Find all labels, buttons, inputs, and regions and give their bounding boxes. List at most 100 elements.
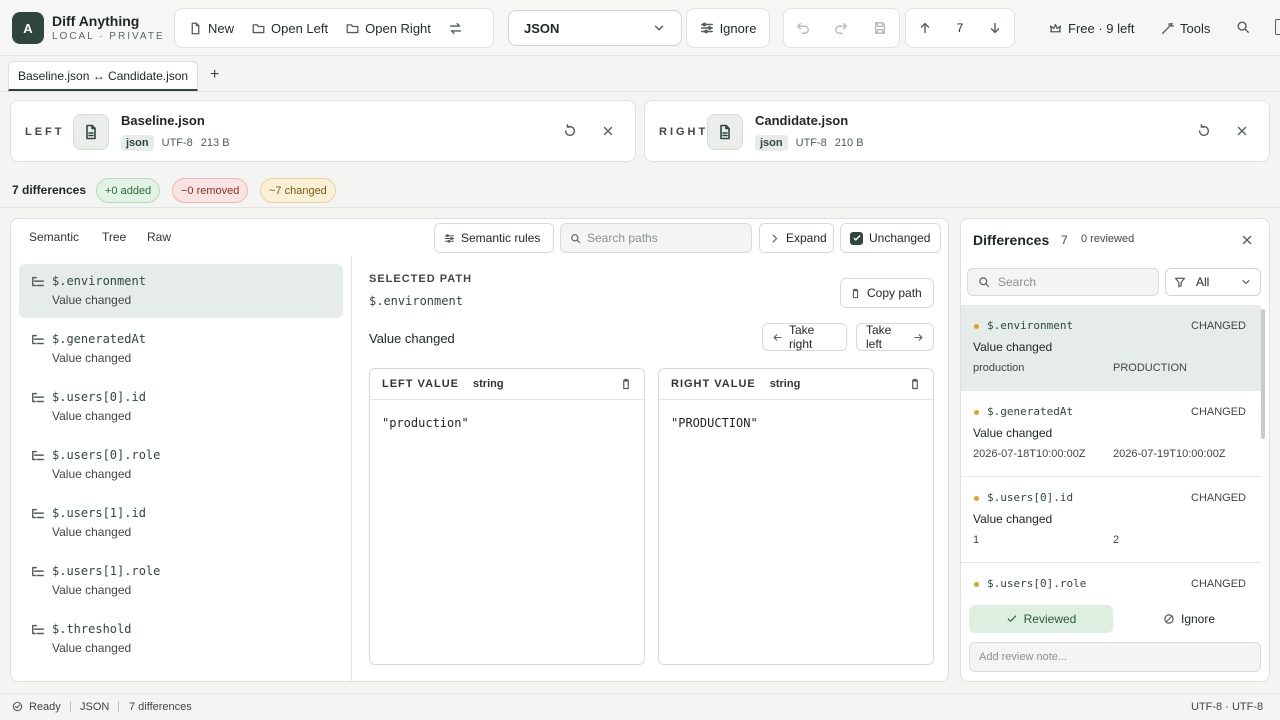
sliders-icon [700,21,714,35]
copy-path-button[interactable]: Copy path [840,278,934,308]
difference-filter-select[interactable]: All [1165,268,1261,296]
open-left-label: Open Left [271,20,329,36]
app-name: Diff Anything [52,13,140,29]
list-item[interactable]: $.users[1].role Value changed [19,554,343,608]
redo-icon[interactable] [834,21,848,35]
semantic-rules-label: Semantic rules [461,231,541,245]
difference-right: PRODUCTION [1113,362,1187,374]
new-label: New [208,20,235,36]
reload-icon[interactable] [1197,124,1211,138]
tab-comparison[interactable]: Baseline.json ↔ Candidate.json [8,61,199,91]
open-left-button[interactable]: Open Left [243,13,337,43]
take-right-label: Take right [789,323,815,351]
difference-item[interactable]: $.environment CHANGED Value changed prod… [961,305,1261,391]
search-paths-input[interactable]: Search paths [560,223,752,253]
search-icon[interactable] [1236,20,1250,34]
right-file-name: Candidate.json [755,113,849,128]
list-item[interactable]: $.users[1].id Value changed [19,496,343,550]
difference-right: 2 [1113,534,1120,546]
undo-icon[interactable] [796,21,810,35]
differences-search-input[interactable]: Search [967,268,1159,296]
list-item[interactable]: $.users[0].id Value changed [19,380,343,434]
path-text: $.users[0].role [52,448,161,462]
path-change: Value changed [52,351,132,365]
ban-icon [1163,613,1175,625]
difference-kind: CHANGED [1191,578,1247,590]
expand-button[interactable]: Expand [759,223,834,253]
clipboard-icon [850,288,861,299]
list-item[interactable]: $.threshold Value changed [19,612,343,666]
close-icon[interactable] [601,124,615,138]
left-value-box: LEFT VALUE string "production" [369,368,645,665]
reload-icon[interactable] [563,124,577,138]
ignore-button[interactable]: Ignore [686,8,770,48]
path-change: Value changed [52,641,132,655]
change-dot [974,496,979,501]
search-icon [978,276,990,288]
path-change: Value changed [52,409,132,423]
scrollbar-thumb[interactable] [1261,309,1265,439]
change-dot [974,582,979,587]
take-right-button[interactable]: Take right [762,323,847,351]
arrow-left-icon [772,332,783,343]
arrow-up-icon[interactable] [918,21,932,35]
clipboard-icon[interactable] [620,378,632,390]
tools-button[interactable]: Tools [1152,13,1219,43]
review-note-placeholder: Add review note... [979,651,1068,663]
differences-search-placeholder: Search [998,275,1037,289]
list-item[interactable]: $.environment Value changed [19,264,343,318]
path-change: Value changed [52,583,132,597]
semantic-rules-button[interactable]: Semantic rules [434,223,554,253]
mode-tree-tab[interactable]: Tree [102,230,126,244]
right-file-size: 210 B [834,137,864,149]
list-item[interactable]: $.generatedAt Value changed [19,322,343,376]
open-right-button[interactable]: Open Right [337,13,440,43]
left-value: "production" [382,416,469,430]
check-circle-icon [12,701,23,712]
save-icon[interactable] [873,21,887,35]
right-file-encoding: UTF-8 [795,137,827,149]
clipboard-icon[interactable] [909,378,921,390]
right-value: "PRODUCTION" [671,416,758,430]
unchanged-toggle[interactable]: Unchanged [840,223,941,253]
mode-semantic-tab[interactable]: Semantic [29,230,79,244]
difference-path: $.environment [987,319,1074,332]
tools-label: Tools [1180,20,1211,36]
close-icon[interactable] [1240,233,1254,247]
mode-raw-tab[interactable]: Raw [147,230,171,244]
sidebar-toggle-icon[interactable] [1275,19,1280,35]
difference-item[interactable]: $.users[0].id CHANGED Value changed 1 2 [961,477,1261,563]
difference-kind: CHANGED [1191,492,1247,504]
format-select[interactable]: JSON [508,10,682,46]
filter-icon [1174,276,1186,288]
right-side-label: RIGHT [659,126,709,138]
folder-icon [252,22,265,35]
right-value-box: RIGHT VALUE string "PRODUCTION" [658,368,934,665]
expand-label: Expand [786,231,827,245]
plan-button[interactable]: Free · 9 left [1040,13,1143,43]
difference-item[interactable]: $.generatedAt CHANGED Value changed 2026… [961,391,1261,477]
add-tab-icon[interactable]: + [210,66,219,84]
new-button[interactable]: New [175,13,243,43]
reviewed-button[interactable]: Reviewed [969,605,1113,633]
arrow-down-icon[interactable] [988,21,1002,35]
copy-path-label: Copy path [867,286,922,300]
difference-kind: CHANGED [1191,320,1247,332]
review-note-input[interactable]: Add review note... [969,642,1261,672]
path-text: $.environment [52,274,146,288]
checkbox-checked-icon[interactable] [850,231,863,245]
difference-desc: Value changed [973,426,1053,440]
difference-desc: Value changed [973,512,1053,526]
path-list: $.environment Value changed $.generatedA… [11,256,352,681]
take-left-button[interactable]: Take left [856,323,934,351]
list-item[interactable]: $.users[0].role Value changed [19,438,343,492]
left-file-size: 213 B [200,137,230,149]
ignore-diff-button[interactable]: Ignore [1117,605,1261,633]
left-file-card: LEFT Baseline.json json UTF-8 213 B [10,100,636,162]
difference-item[interactable]: $.users[0].role CHANGED [961,563,1261,597]
list-tree-icon [31,507,45,521]
status-format: JSON [80,701,110,713]
change-type: Value changed [369,331,455,346]
close-icon[interactable] [1235,124,1249,138]
swap-button[interactable] [440,13,471,43]
